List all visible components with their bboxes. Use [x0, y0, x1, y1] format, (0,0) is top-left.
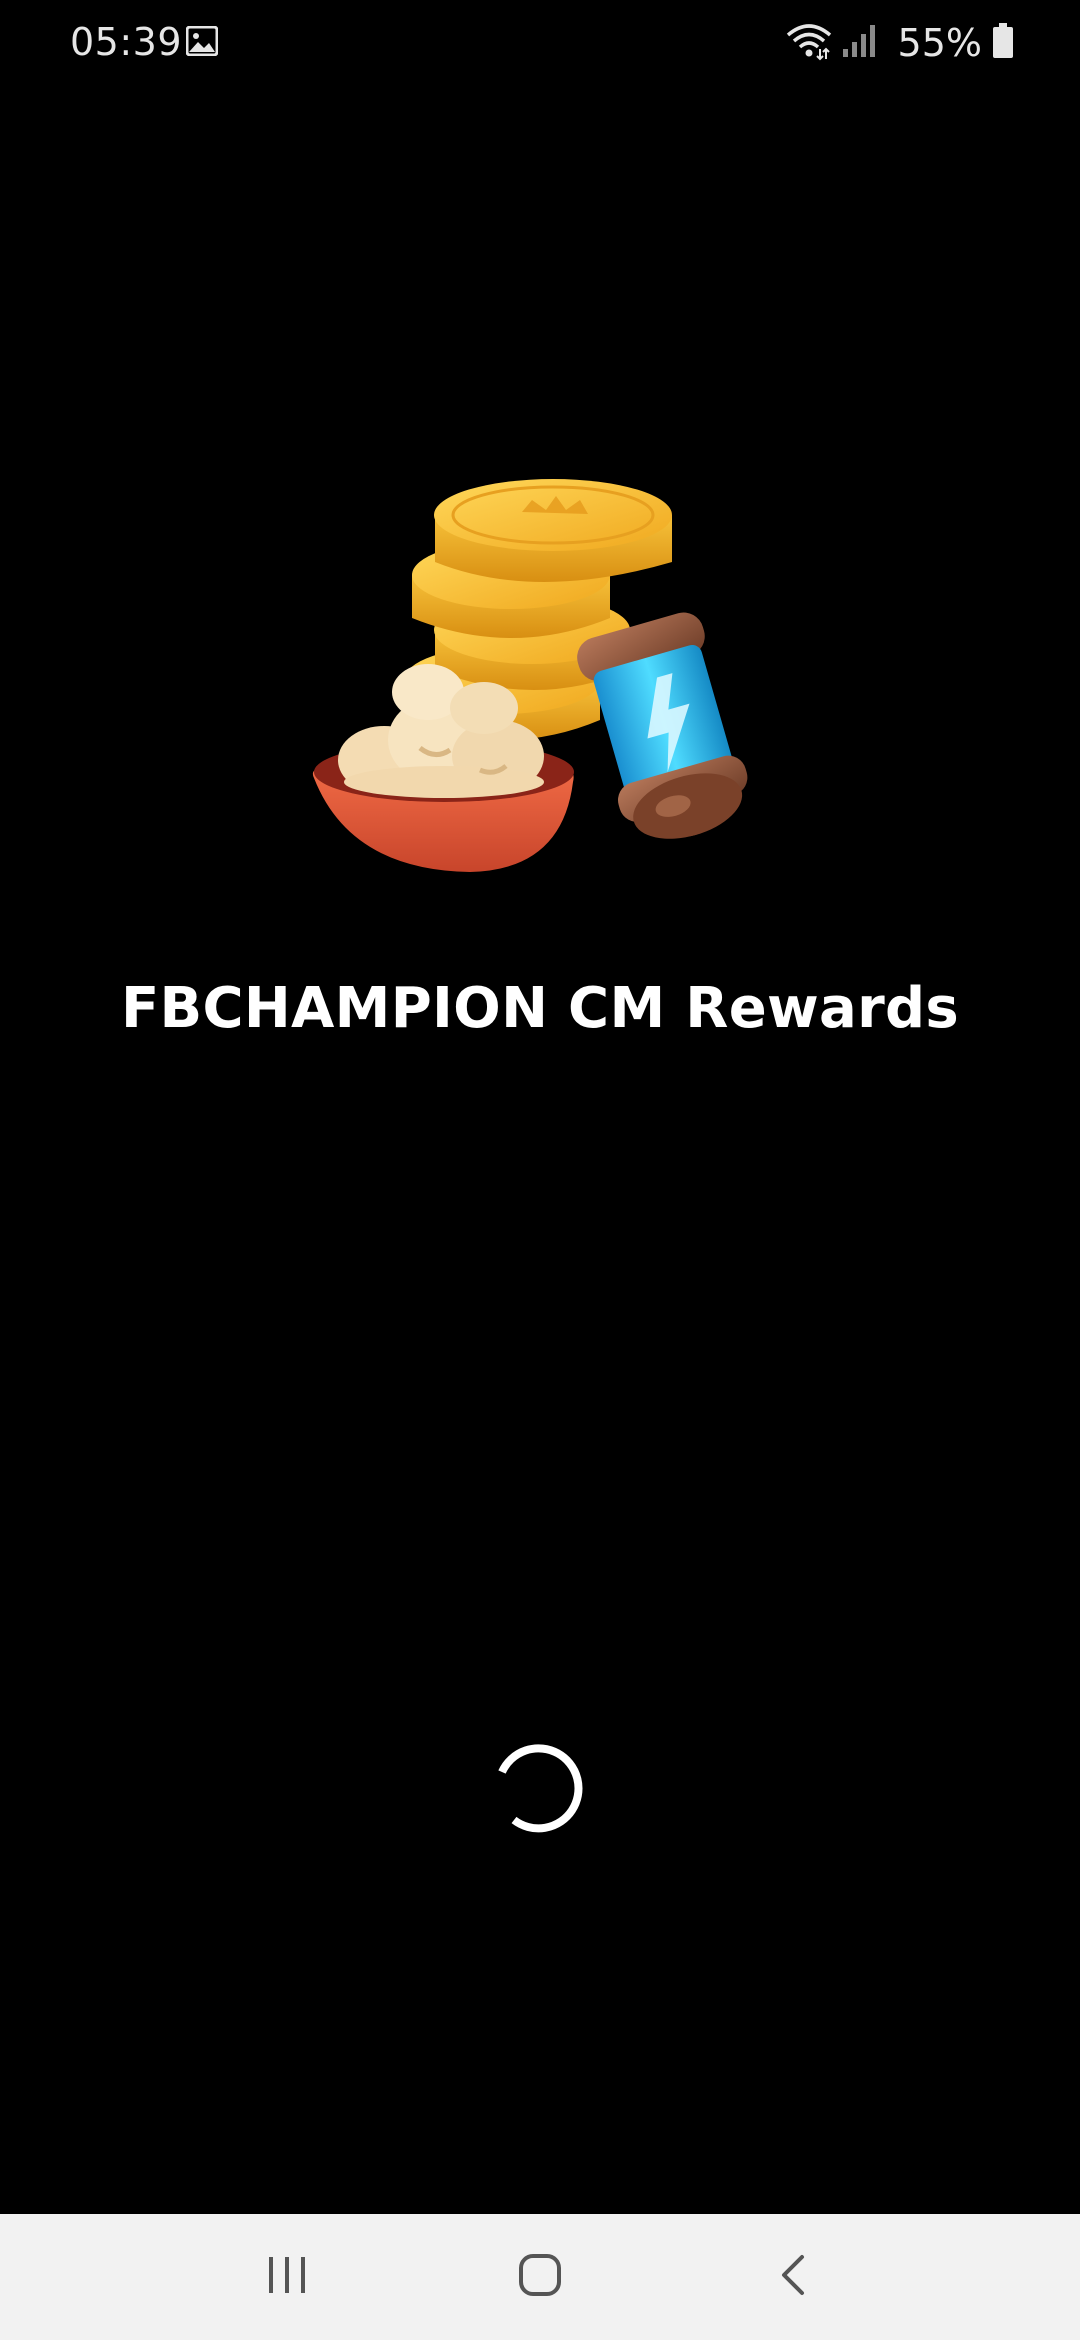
image-icon — [185, 25, 219, 57]
status-indicators: 55% — [786, 18, 1014, 68]
battery-percent: 55% — [897, 21, 982, 65]
recent-apps-icon — [265, 2255, 309, 2300]
loading-spinner-icon — [494, 1738, 592, 1836]
cell-signal-icon — [842, 23, 876, 64]
home-icon — [518, 2253, 562, 2302]
coins-and-spin-capsule-illustration — [300, 470, 770, 890]
navigation-bar — [0, 2214, 1080, 2340]
recent-apps-button[interactable] — [242, 2232, 332, 2322]
status-time: 05:39 — [70, 20, 183, 64]
back-button[interactable] — [748, 2232, 838, 2322]
back-icon — [778, 2253, 808, 2302]
splash-screen: 05:39 55% FBCHAMPION CM Rewards — [0, 0, 1080, 2340]
home-button[interactable] — [495, 2232, 585, 2322]
status-bar: 05:39 55% — [0, 0, 1080, 86]
wifi-icon — [786, 21, 832, 66]
spin-capsule — [577, 612, 748, 839]
battery-icon — [992, 22, 1014, 64]
app-title: FBCHAMPION CM Rewards — [120, 976, 960, 1041]
